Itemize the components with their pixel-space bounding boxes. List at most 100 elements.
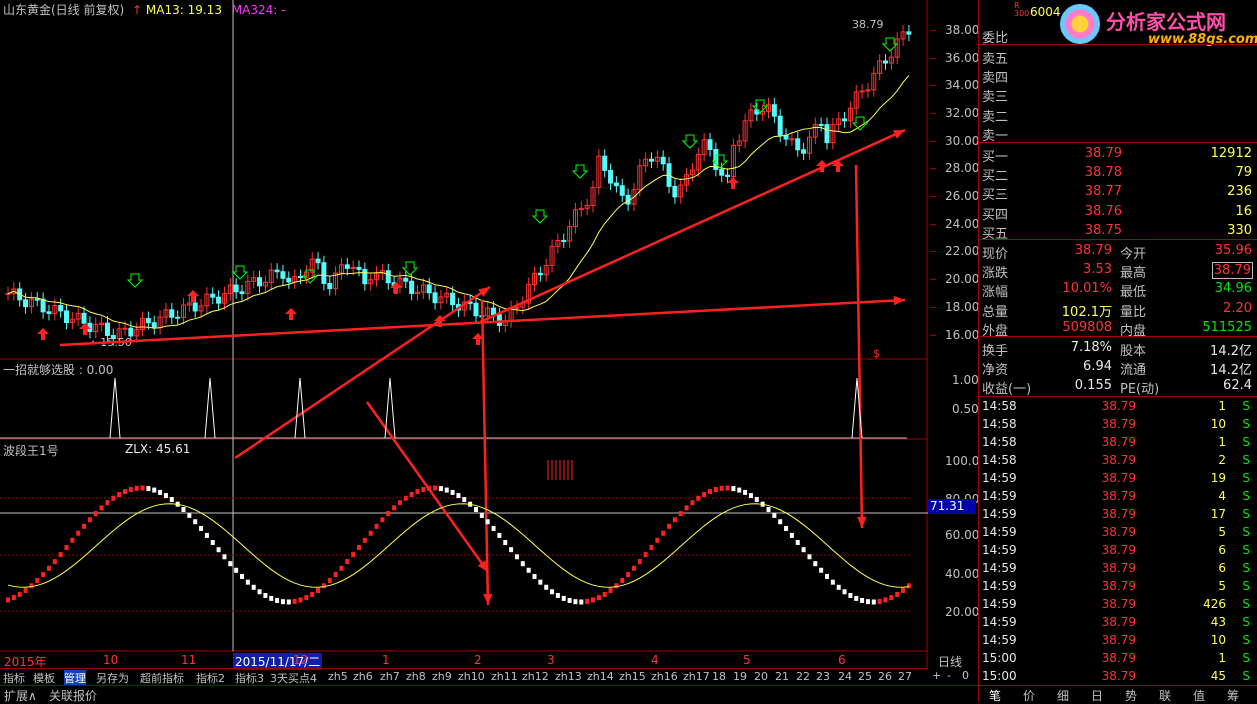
date-axis: 2015年 10 11 2015/11/17/二 12 1 2 3 4 5 6 bbox=[0, 652, 928, 670]
candle-body bbox=[239, 291, 245, 295]
stat-value: 38.79 bbox=[1211, 262, 1253, 280]
indicator-tab[interactable]: 超前指标 bbox=[140, 670, 184, 686]
right-tab[interactable]: 价 bbox=[1014, 687, 1044, 703]
indicator-tab[interactable]: 24 bbox=[838, 670, 852, 686]
expand-button[interactable]: 扩展∧ bbox=[4, 687, 37, 704]
indicator-tab[interactable]: zh17 bbox=[683, 670, 710, 686]
indicator-tab[interactable]: 19 bbox=[733, 670, 747, 686]
tick-price: 38.79 bbox=[1101, 507, 1136, 521]
indicator-tab[interactable]: 管理 bbox=[64, 670, 86, 686]
tick-time: 14:58 bbox=[982, 435, 1017, 449]
right-tab[interactable]: 势 bbox=[1116, 687, 1146, 703]
tick-time: 14:59 bbox=[982, 507, 1017, 521]
indicator-tab[interactable]: zh15 bbox=[619, 670, 646, 686]
wave-bar bbox=[11, 595, 16, 601]
wave-bar bbox=[643, 552, 648, 558]
indicator-tab[interactable]: zh14 bbox=[587, 670, 614, 686]
buy-arrow-icon bbox=[285, 308, 297, 320]
tick-row: 14:59 38.79 5 S bbox=[980, 578, 1256, 596]
candle-body bbox=[496, 314, 502, 326]
wave-bar bbox=[158, 489, 163, 495]
indicator-tab[interactable]: zh6 bbox=[353, 670, 373, 686]
stat-label: 总量 bbox=[982, 304, 1009, 320]
tick-price: 38.79 bbox=[1101, 579, 1136, 593]
ind2-tick-label: 20.00 bbox=[945, 605, 980, 619]
tick-price: 38.79 bbox=[1101, 435, 1136, 449]
indicator-tab[interactable]: 指标 bbox=[3, 670, 25, 686]
indicator-tab[interactable]: zh12 bbox=[522, 670, 549, 686]
wave-bar bbox=[222, 554, 227, 560]
indicator-tab[interactable]: 另存为 bbox=[96, 670, 129, 686]
wave-bar bbox=[555, 592, 560, 598]
indicator-tab[interactable]: 20 bbox=[754, 670, 768, 686]
wave-bar bbox=[596, 595, 601, 601]
wave-bar bbox=[532, 573, 537, 579]
candle-body bbox=[233, 284, 239, 293]
buy-label: 买二 bbox=[982, 169, 1009, 185]
indicator-tab[interactable]: zh5 bbox=[328, 670, 348, 686]
stat-label: PE(动) bbox=[1120, 382, 1160, 398]
tick-row: 14:59 38.79 5 S bbox=[980, 524, 1256, 542]
candle-body bbox=[64, 310, 69, 323]
ind2-tick-label: 100.0 bbox=[945, 454, 980, 468]
price-tick bbox=[930, 58, 936, 59]
indicator-tab[interactable]: 指标3 bbox=[235, 670, 264, 686]
stat-value: 102.1万 bbox=[1061, 304, 1112, 320]
linked-quote-button[interactable]: 关联报价 bbox=[49, 687, 97, 704]
buy-row: 买三 38.77 236 bbox=[980, 182, 1256, 203]
tick-volume: 4 bbox=[1218, 489, 1226, 503]
wave-bar bbox=[450, 489, 455, 495]
indicator-tab[interactable]: 模板 bbox=[33, 670, 55, 686]
right-tab[interactable]: 值 bbox=[1184, 687, 1214, 703]
wave-bar bbox=[397, 500, 402, 506]
wave-bar bbox=[368, 530, 373, 536]
right-tab[interactable]: 细 bbox=[1048, 687, 1078, 703]
reset-button[interactable]: 0 bbox=[962, 669, 969, 682]
indicator-tab[interactable]: zh13 bbox=[555, 670, 582, 686]
right-tab[interactable]: 联 bbox=[1150, 687, 1180, 703]
chart-area[interactable]: ←15.5038.79$ bbox=[0, 0, 928, 668]
indicator-tab[interactable]: zh7 bbox=[380, 670, 400, 686]
ma324-label: MA324: - bbox=[231, 3, 286, 17]
zoom-in-button[interactable]: + bbox=[932, 669, 941, 682]
candle-body bbox=[906, 31, 912, 35]
right-tab[interactable]: 日 bbox=[1082, 687, 1112, 703]
wave-bar bbox=[93, 511, 98, 517]
wave-bar bbox=[585, 598, 590, 604]
indicator-tab[interactable]: 25 bbox=[858, 670, 872, 686]
price-tick-label: 28.00 bbox=[945, 161, 980, 175]
indicator-tab[interactable]: zh8 bbox=[406, 670, 426, 686]
wave-bar bbox=[725, 485, 730, 491]
tick-price: 38.79 bbox=[1101, 417, 1136, 431]
wave-bar bbox=[789, 532, 794, 538]
right-tab[interactable]: 笔 bbox=[980, 687, 1010, 703]
wave-bar bbox=[830, 579, 835, 585]
indicator-tab[interactable]: 3天买点4 bbox=[270, 670, 317, 686]
wave-bar bbox=[503, 540, 508, 546]
buy-label: 买一 bbox=[982, 150, 1009, 165]
indicator-tab[interactable]: 21 bbox=[775, 670, 789, 686]
wave-bar bbox=[386, 511, 391, 517]
right-tab[interactable]: 筹 bbox=[1218, 687, 1248, 703]
candle-body bbox=[104, 322, 110, 336]
indicator-tab[interactable]: 27 bbox=[898, 670, 912, 686]
wave-bar bbox=[836, 584, 841, 590]
stat-value: 14.2亿 bbox=[1210, 363, 1252, 379]
tick-volume: 5 bbox=[1218, 525, 1226, 539]
stat-row: 外盘 509808 内盘 511525 bbox=[980, 318, 1256, 339]
indicator-tab[interactable]: zh9 bbox=[432, 670, 452, 686]
zoom-out-button[interactable]: - bbox=[947, 669, 951, 682]
indicator-tab[interactable]: 22 bbox=[796, 670, 810, 686]
candle-body bbox=[274, 269, 280, 273]
stat-label: 净资 bbox=[982, 363, 1009, 379]
indicator-tab[interactable]: 23 bbox=[816, 670, 830, 686]
indicator-tab[interactable]: 指标2 bbox=[196, 670, 225, 686]
indicator-tab[interactable]: zh10 bbox=[458, 670, 485, 686]
indicator-tab[interactable]: 26 bbox=[878, 670, 892, 686]
indicator-tab[interactable]: 18 bbox=[712, 670, 726, 686]
indicator-tab[interactable]: zh16 bbox=[651, 670, 678, 686]
kline-chart[interactable]: ←15.5038.79$ bbox=[0, 0, 928, 668]
indicator-tab[interactable]: zh11 bbox=[491, 670, 518, 686]
sell-label: 卖三 bbox=[982, 90, 1009, 106]
wave-bar bbox=[485, 519, 490, 525]
